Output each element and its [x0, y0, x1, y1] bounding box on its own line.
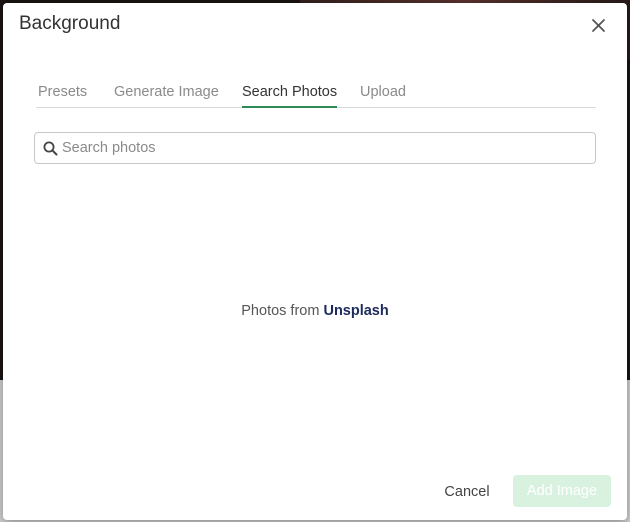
add-image-button[interactable]: Add Image [513, 475, 611, 507]
credit-prefix: Photos from [241, 303, 324, 319]
tab-upload[interactable]: Upload [360, 84, 406, 106]
photo-credit: Photos from Unsplash [3, 303, 627, 319]
search-field[interactable] [34, 132, 596, 164]
unsplash-link[interactable]: Unsplash [323, 303, 388, 319]
cancel-button[interactable]: Cancel [431, 477, 503, 507]
tab-presets[interactable]: Presets [38, 84, 87, 106]
background-dialog: Background Presets Generate Image Search… [3, 3, 627, 520]
tab-generate-image[interactable]: Generate Image [114, 84, 219, 106]
search-icon [43, 141, 58, 156]
dialog-title: Background [19, 13, 121, 34]
search-input[interactable] [62, 133, 587, 163]
tab-bar: Presets Generate Image Search Photos Upl… [36, 83, 596, 108]
close-button[interactable] [588, 15, 610, 37]
tab-search-photos[interactable]: Search Photos [242, 84, 338, 108]
close-icon [588, 15, 610, 37]
